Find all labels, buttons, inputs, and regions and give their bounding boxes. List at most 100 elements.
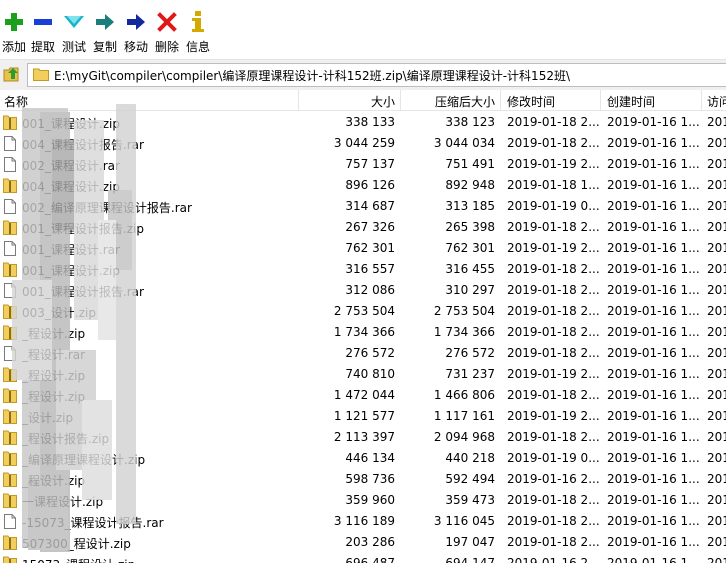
table-row[interactable]: 一课程设计.zip 359 960 359 473 2019-01-18 2... 20… — [0, 490, 726, 511]
file-accessed: 201 — [707, 367, 726, 381]
file-name: 004_课程设计报告.rar — [22, 138, 144, 152]
file-created: 2019-01-16 1... — [607, 325, 700, 339]
file-created: 2019-01-16 1... — [607, 304, 700, 318]
plus-icon — [5, 13, 23, 31]
file-accessed: 201 — [707, 115, 726, 129]
file-accessed: 201 — [707, 409, 726, 423]
col-name[interactable]: 名称 — [4, 93, 28, 110]
col-accessed[interactable]: 访问 — [707, 93, 726, 110]
file-name: 15073_课程设计.zip — [22, 556, 322, 563]
up-folder-icon[interactable] — [3, 65, 21, 83]
table-row[interactable]: _程设计.rar 276 572 276 572 2019-01-18 2... 201… — [0, 343, 726, 364]
file-name: 002_编译原理课程设计报告.rar — [22, 201, 192, 215]
zip-archive-icon — [3, 409, 17, 424]
file-packed-size: 694 147 — [445, 556, 495, 563]
file-modified: 2019-01-18 2... — [507, 346, 600, 360]
table-row[interactable]: _设计.zip 1 121 577 1 117 161 2019-01-19 2...… — [0, 406, 726, 427]
file-name: _程设计报告.zip — [22, 432, 110, 446]
table-row[interactable]: 001_课程设计.zip 316 557 316 455 2019-01-18 2..… — [0, 259, 726, 280]
file-created: 2019-01-16 1... — [607, 262, 700, 276]
file-packed-size: 265 398 — [445, 220, 495, 234]
file-name: _程设计.zip — [22, 369, 86, 383]
table-row[interactable]: -15073_课程设计报告.rar 3 116 189 3 116 045 2019-… — [0, 511, 726, 532]
address-bar: E:\myGit\compiler\compiler\编译原理课程设计-计科15… — [0, 59, 726, 91]
file-modified: 2019-01-18 2... — [507, 220, 600, 234]
file-modified: 2019-01-18 2... — [507, 136, 600, 150]
file-modified: 2019-01-19 2... — [507, 367, 600, 381]
file-packed-size: 316 455 — [445, 262, 495, 276]
table-row[interactable]: _编译原理课程设计.zip 446 134 440 218 2019-01-19 0.… — [0, 448, 726, 469]
table-row[interactable]: 004_课程设计报告.rar 3 044 259 3 044 034 2019-01-… — [0, 133, 726, 154]
file-size: 3 044 259 — [333, 136, 395, 150]
file-packed-size: 338 123 — [445, 115, 495, 129]
move-arrow-icon — [127, 14, 145, 30]
file-packed-size: 592 494 — [445, 472, 495, 486]
col-modified[interactable]: 修改时间 — [507, 93, 555, 110]
file-accessed: 201 — [707, 220, 726, 234]
file-accessed: 201 — [707, 430, 726, 444]
file-modified: 2019-01-18 2... — [507, 304, 600, 318]
file-name: 507300_程设计.zip — [22, 537, 131, 551]
file-modified: 2019-01-16 2... — [507, 556, 600, 563]
rar-archive-icon — [4, 283, 16, 298]
file-accessed: 201 — [707, 493, 726, 507]
col-size[interactable]: 大小 — [300, 93, 395, 110]
toolbar: 添加 提取 测试 复制 移动 删除 信息 — [0, 5, 726, 57]
table-row[interactable]: _程设计.zip 1 472 044 1 466 806 2019-01-18 2..… — [0, 385, 726, 406]
file-created: 2019-01-16 1... — [607, 136, 700, 150]
file-created: 2019-01-16 1... — [607, 346, 700, 360]
table-row[interactable]: _程设计.zip 740 810 731 237 2019-01-19 2... 201… — [0, 364, 726, 385]
file-name: _程设计.zip — [22, 390, 86, 404]
file-name: _设计.zip — [22, 411, 74, 425]
file-modified: 2019-01-18 2... — [507, 430, 600, 444]
table-row[interactable]: 004_课程设计.zip 896 126 892 948 2019-01-18 1..… — [0, 175, 726, 196]
table-row[interactable]: _程设计.zip 598 736 592 494 2019-01-16 2... 201… — [0, 469, 726, 490]
file-created: 2019-01-16 1... — [607, 388, 700, 402]
table-row[interactable]: 15073_课程设计.zip 696 487 694 147 2019-01-16 2… — [0, 553, 726, 563]
table-row[interactable]: 001_课程设计.zip 338 133 338 123 2019-01-18 2..… — [0, 112, 726, 133]
table-row[interactable]: 001_课程设计报告.rar 312 086 310 297 2019-01-18 2… — [0, 280, 726, 301]
zip-archive-icon — [3, 451, 17, 466]
file-created: 2019-01-16 1... — [607, 514, 700, 528]
file-packed-size: 1 734 366 — [433, 325, 495, 339]
file-created: 2019-01-16 1... — [607, 409, 700, 423]
zip-archive-icon — [3, 388, 17, 403]
file-packed-size: 1 466 806 — [433, 388, 495, 402]
file-name: -15073_课程设计报告.rar — [22, 516, 164, 530]
file-size: 2 753 504 — [333, 304, 395, 318]
table-row[interactable]: 507300_程设计.zip 203 286 197 047 2019-01-18 2… — [0, 532, 726, 553]
folder-icon — [33, 68, 49, 81]
file-size: 267 326 — [345, 220, 395, 234]
table-row[interactable]: 001_课程设计.rar 762 301 762 301 2019-01-19 2..… — [0, 238, 726, 259]
zip-archive-icon — [3, 115, 17, 130]
file-name: 003_设计.zip — [22, 306, 96, 320]
file-modified: 2019-01-19 0... — [507, 199, 600, 213]
file-accessed: 201 — [707, 283, 726, 297]
file-name: 001_课程设计.zip — [22, 117, 120, 131]
file-accessed: 201 — [707, 472, 726, 486]
info-button[interactable]: 信息 — [178, 7, 218, 57]
zip-archive-icon — [3, 304, 17, 319]
table-row[interactable]: 002_编译原理课程设计报告.rar 314 687 313 185 2019-01-… — [0, 196, 726, 217]
col-created[interactable]: 创建时间 — [607, 93, 655, 110]
table-row[interactable]: 002_课程设计.rar 757 137 751 491 2019-01-19 2..… — [0, 154, 726, 175]
file-accessed: 201 — [707, 451, 726, 465]
file-modified: 2019-01-19 0... — [507, 451, 600, 465]
table-row[interactable]: _程设计.zip 1 734 366 1 734 366 2019-01-18 2..… — [0, 322, 726, 343]
file-size: 338 133 — [345, 115, 395, 129]
file-name: 001_课程设计.zip — [22, 264, 120, 278]
file-size: 896 126 — [345, 178, 395, 192]
file-modified: 2019-01-18 2... — [507, 514, 600, 528]
table-row[interactable]: 001_课程设计报告.zip 267 326 265 398 2019-01-18 2… — [0, 217, 726, 238]
path-field[interactable]: E:\myGit\compiler\compiler\编译原理课程设计-计科15… — [27, 63, 726, 87]
file-size: 762 301 — [345, 241, 395, 255]
file-size: 203 286 — [345, 535, 395, 549]
table-row[interactable]: 003_设计.zip 2 753 504 2 753 504 2019-01-18 2… — [0, 301, 726, 322]
col-packed-size[interactable]: 压缩后大小 — [402, 93, 495, 110]
file-accessed: 201 — [707, 556, 726, 563]
file-accessed: 201 — [707, 304, 726, 318]
table-row[interactable]: _程设计报告.zip 2 113 397 2 094 968 2019-01-18 2… — [0, 427, 726, 448]
file-modified: 2019-01-19 2... — [507, 241, 600, 255]
zip-archive-icon — [3, 262, 17, 277]
rar-archive-icon — [4, 157, 16, 172]
